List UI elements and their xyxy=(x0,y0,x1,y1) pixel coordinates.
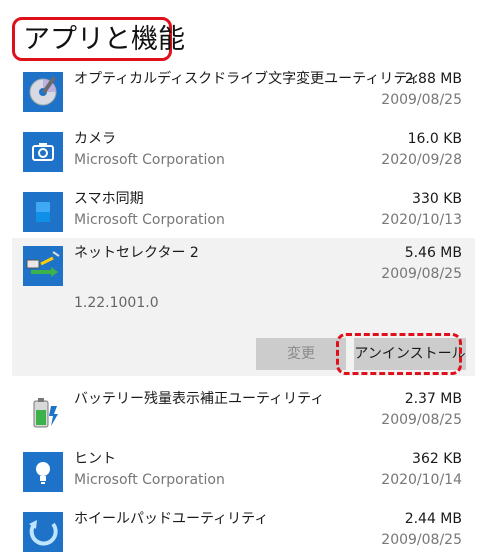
app-name: ヒント xyxy=(74,451,116,467)
app-size: 2.88 MB xyxy=(404,71,462,87)
app-version: 1.22.1001.0 xyxy=(74,295,159,311)
app-install-date: 2009/08/25 xyxy=(381,532,462,548)
app-row[interactable]: ホイールパッドユーティリティ 2.44 MB 2009/08/25 xyxy=(12,504,475,556)
app-install-date: 2020/10/14 xyxy=(381,472,462,488)
modify-button[interactable]: 変更 xyxy=(256,338,346,370)
app-row[interactable]: スマホ同期 Microsoft Corporation 330 KB 2020/… xyxy=(12,184,475,242)
app-publisher: Microsoft Corporation xyxy=(74,472,225,488)
battery-icon xyxy=(23,392,63,432)
app-size: 362 KB xyxy=(412,451,462,467)
phone-sync-icon xyxy=(23,192,63,232)
app-publisher: Microsoft Corporation xyxy=(74,152,225,168)
app-name: ホイールパッドユーティリティ xyxy=(74,511,269,527)
wheel-pad-icon xyxy=(23,512,63,552)
net-selector-icon xyxy=(23,246,63,286)
tips-lightbulb-icon xyxy=(23,452,63,492)
app-size: 2.44 MB xyxy=(404,511,462,527)
app-install-date: 2009/08/25 xyxy=(381,92,462,108)
app-size: 330 KB xyxy=(412,191,462,207)
camera-icon xyxy=(23,132,63,172)
page-title: アプリと機能 xyxy=(23,24,185,55)
app-row[interactable]: オプティカルディスクドライブ文字変更ユーティリティ 2.88 MB 2009/0… xyxy=(12,64,475,122)
app-name: スマホ同期 xyxy=(74,191,144,207)
app-install-date: 2020/10/13 xyxy=(381,212,462,228)
app-name: カメラ xyxy=(74,131,116,147)
app-row[interactable]: カメラ Microsoft Corporation 16.0 KB 2020/0… xyxy=(12,124,475,182)
app-install-date: 2009/08/25 xyxy=(381,266,462,282)
optical-disc-icon xyxy=(23,72,63,112)
app-row[interactable]: バッテリー残量表示補正ユーティリティ 2.37 MB 2009/08/25 xyxy=(12,384,475,442)
page-title-highlight: アプリと機能 xyxy=(12,17,185,61)
app-publisher: Microsoft Corporation xyxy=(74,212,225,228)
app-size: 16.0 KB xyxy=(407,131,462,147)
app-size: 5.46 MB xyxy=(404,245,462,261)
app-row[interactable]: ヒント Microsoft Corporation 362 KB 2020/10… xyxy=(12,444,475,502)
uninstall-highlight xyxy=(336,333,462,375)
app-name: ネットセレクター 2 xyxy=(74,245,199,261)
app-install-date: 2009/08/25 xyxy=(381,412,462,428)
app-name: オプティカルディスクドライブ文字変更ユーティリティ xyxy=(74,71,421,87)
app-install-date: 2020/09/28 xyxy=(381,152,462,168)
app-name: バッテリー残量表示補正ユーティリティ xyxy=(74,391,325,407)
app-size: 2.37 MB xyxy=(404,391,462,407)
